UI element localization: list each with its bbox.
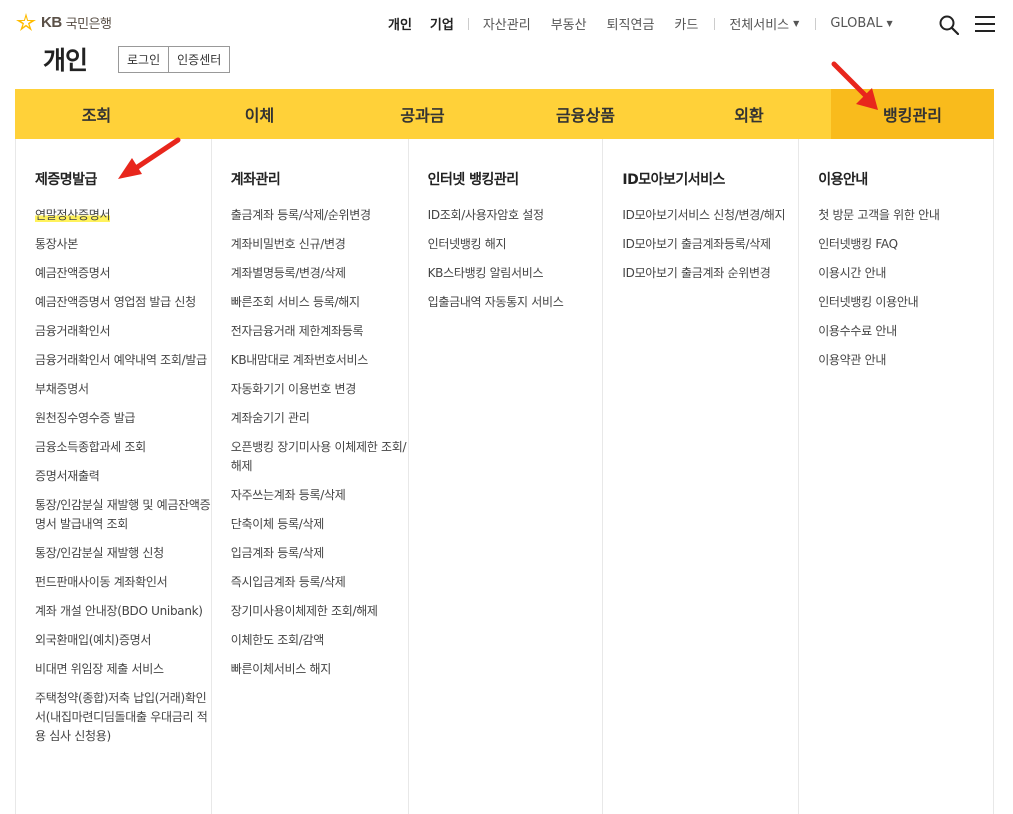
global-label: GLOBAL (830, 16, 883, 31)
gnb-tab-inquiry[interactable]: 조회 (15, 89, 178, 139)
menu-item[interactable]: 즉시입금계좌 등록/삭제 (231, 573, 408, 592)
menu-item[interactable]: 빠른조회 서비스 등록/해지 (231, 293, 408, 312)
menu-item[interactable]: ID모아보기 출금계좌 순위변경 (622, 264, 798, 283)
kb-star-logo-icon (16, 13, 36, 31)
menu-item[interactable]: 이용수수료 안내 (818, 322, 993, 341)
kb-logo[interactable]: KB 국민은행 (15, 12, 112, 32)
column-title[interactable]: 이용안내 (818, 169, 993, 189)
caret-down-icon: ▼ (793, 19, 800, 28)
menu-item[interactable]: 전자금융거래 제한계좌등록 (231, 322, 408, 341)
menu-item[interactable]: 연말정산증명서 (35, 206, 211, 225)
menu-item[interactable]: 금융거래확인서 (35, 322, 211, 341)
menu-item[interactable]: 첫 방문 고객을 위한 안내 (818, 206, 993, 225)
cert-center-button[interactable]: 인증센터 (168, 47, 230, 72)
menu-item[interactable]: ID모아보기서비스 신청/변경/해지 (622, 206, 798, 225)
caret-down-icon: ▼ (886, 19, 893, 28)
gnb-tab-transfer[interactable]: 이체 (178, 89, 341, 139)
menu-item[interactable]: 자동화기기 이용번호 변경 (231, 380, 408, 399)
menu-item[interactable]: 외국환매입(예치)증명서 (35, 631, 211, 650)
topnav-divider (467, 17, 469, 30)
gnb-tab-financial-products[interactable]: 금융상품 (504, 89, 667, 139)
red-arrow-annotation-icon (831, 61, 878, 110)
menu-item[interactable]: 계좌숨기기 관리 (231, 409, 408, 428)
topnav-pension[interactable]: 퇴직연금 (607, 14, 655, 33)
red-arrow-annotation-icon (118, 137, 181, 179)
topnav-all-services[interactable]: 전체서비스 ▼ (729, 14, 799, 33)
menu-item[interactable]: 예금잔액증명서 (35, 264, 211, 283)
column-title[interactable]: 인터넷 뱅킹관리 (428, 169, 603, 189)
menu-item[interactable]: 장기미사용이체제한 조회/해제 (231, 602, 408, 621)
menu-item[interactable]: 통장/인감분실 재발행 및 예금잔액증명서 발급내역 조회 (35, 496, 211, 534)
menu-item[interactable]: 입금계좌 등록/삭제 (231, 544, 408, 563)
menu-item[interactable]: 입출금내역 자동통지 서비스 (428, 293, 603, 312)
hamburger-menu-icon[interactable] (975, 16, 995, 32)
menu-item[interactable]: 인터넷뱅킹 이용안내 (818, 293, 993, 312)
logo-kb-text: KB (41, 13, 62, 31)
menu-item[interactable]: 펀드판매사이동 계좌확인서 (35, 573, 211, 592)
menu-column-usage-guide: 이용안내 첫 방문 고객을 위한 안내 인터넷뱅킹 FAQ 이용시간 안내 인터… (799, 139, 994, 814)
login-button[interactable]: 로그인 (119, 47, 169, 72)
menu-item[interactable]: 계좌비밀번호 신규/변경 (231, 235, 408, 254)
topnav-corporate[interactable]: 기업 (430, 14, 454, 33)
menu-item[interactable]: ID모아보기 출금계좌등록/삭제 (622, 235, 798, 254)
menu-item[interactable]: 금융소득종합과세 조회 (35, 438, 211, 457)
topnav-divider (714, 17, 716, 30)
topnav-card[interactable]: 카드 (674, 14, 698, 33)
column-title[interactable]: 계좌관리 (231, 169, 408, 189)
menu-item[interactable]: 통장사본 (35, 235, 211, 254)
menu-item[interactable]: 비대면 위임장 제출 서비스 (35, 660, 211, 679)
mega-menu: 제증명발급 연말정산증명서 통장사본 예금잔액증명서 예금잔액증명서 영업점 발… (15, 139, 994, 814)
menu-item[interactable]: 출금계좌 등록/삭제/순위변경 (231, 206, 408, 225)
menu-item[interactable]: 인터넷뱅킹 FAQ (818, 235, 993, 254)
menu-item[interactable]: KB내맘대로 계좌번호서비스 (231, 351, 408, 370)
menu-item[interactable]: 이용약관 안내 (818, 351, 993, 370)
menu-item[interactable]: 빠른이체서비스 해지 (231, 660, 408, 679)
menu-item[interactable]: 원천징수영수증 발급 (35, 409, 211, 428)
menu-item[interactable]: 금융거래확인서 예약내역 조회/발급 (35, 351, 211, 370)
topnav-realestate[interactable]: 부동산 (551, 14, 587, 33)
top-navigation: 개인 기업 자산관리 부동산 퇴직연금 카드 전체서비스 ▼ GLOBAL ▼ (388, 14, 913, 33)
menu-item[interactable]: 자주쓰는계좌 등록/삭제 (231, 486, 408, 505)
menu-item[interactable]: 계좌 개설 안내장(BDO Unibank) (35, 602, 211, 621)
search-icon[interactable] (939, 15, 959, 35)
menu-item[interactable]: ID조회/사용자암호 설정 (428, 206, 603, 225)
menu-item[interactable]: 부채증명서 (35, 380, 211, 399)
menu-item[interactable]: 오픈뱅킹 장기미사용 이체제한 조회/해제 (231, 438, 408, 476)
all-services-label: 전체서비스 (729, 18, 790, 33)
topnav-global[interactable]: GLOBAL ▼ (830, 16, 892, 31)
menu-item[interactable]: KB스타뱅킹 알림서비스 (428, 264, 603, 283)
menu-item[interactable]: 이체한도 조회/감액 (231, 631, 408, 650)
gnb-tab-utility-bills[interactable]: 공과금 (341, 89, 504, 139)
menu-item[interactable]: 예금잔액증명서 영업점 발급 신청 (35, 293, 211, 312)
menu-item[interactable]: 계좌별명등록/변경/삭제 (231, 264, 408, 283)
logo-bank-text: 국민은행 (65, 16, 112, 32)
menu-column-certificates: 제증명발급 연말정산증명서 통장사본 예금잔액증명서 예금잔액증명서 영업점 발… (16, 139, 212, 814)
topnav-asset[interactable]: 자산관리 (483, 14, 531, 33)
menu-column-account-management: 계좌관리 출금계좌 등록/삭제/순위변경 계좌비밀번호 신규/변경 계좌별명등록… (212, 139, 409, 814)
menu-item[interactable]: 이용시간 안내 (818, 264, 993, 283)
menu-item[interactable]: 주택청약(종합)저축 납입(거래)확인서(내집마련디딤돌대출 우대금리 적용 심… (35, 689, 211, 746)
menu-item[interactable]: 통장/인감분실 재발행 신청 (35, 544, 211, 563)
highlighted-menu-item-label: 연말정산증명서 (35, 208, 111, 222)
login-button-group: 로그인 인증센터 (118, 46, 231, 73)
menu-column-id-moa: ID모아보기서비스 ID모아보기서비스 신청/변경/해지 ID모아보기 출금계좌… (603, 139, 800, 814)
topnav-divider (815, 17, 817, 30)
topnav-personal[interactable]: 개인 (388, 14, 412, 33)
menu-column-internet-banking: 인터넷 뱅킹관리 ID조회/사용자암호 설정 인터넷뱅킹 해지 KB스타뱅킹 알… (409, 139, 604, 814)
menu-item[interactable]: 증명서재출력 (35, 467, 211, 486)
page-title: 개인 (43, 46, 88, 75)
gnb-tab-foreign-exchange[interactable]: 외환 (667, 89, 831, 139)
menu-item[interactable]: 인터넷뱅킹 해지 (428, 235, 603, 254)
menu-item[interactable]: 단축이체 등록/삭제 (231, 515, 408, 534)
column-title[interactable]: ID모아보기서비스 (622, 169, 798, 189)
